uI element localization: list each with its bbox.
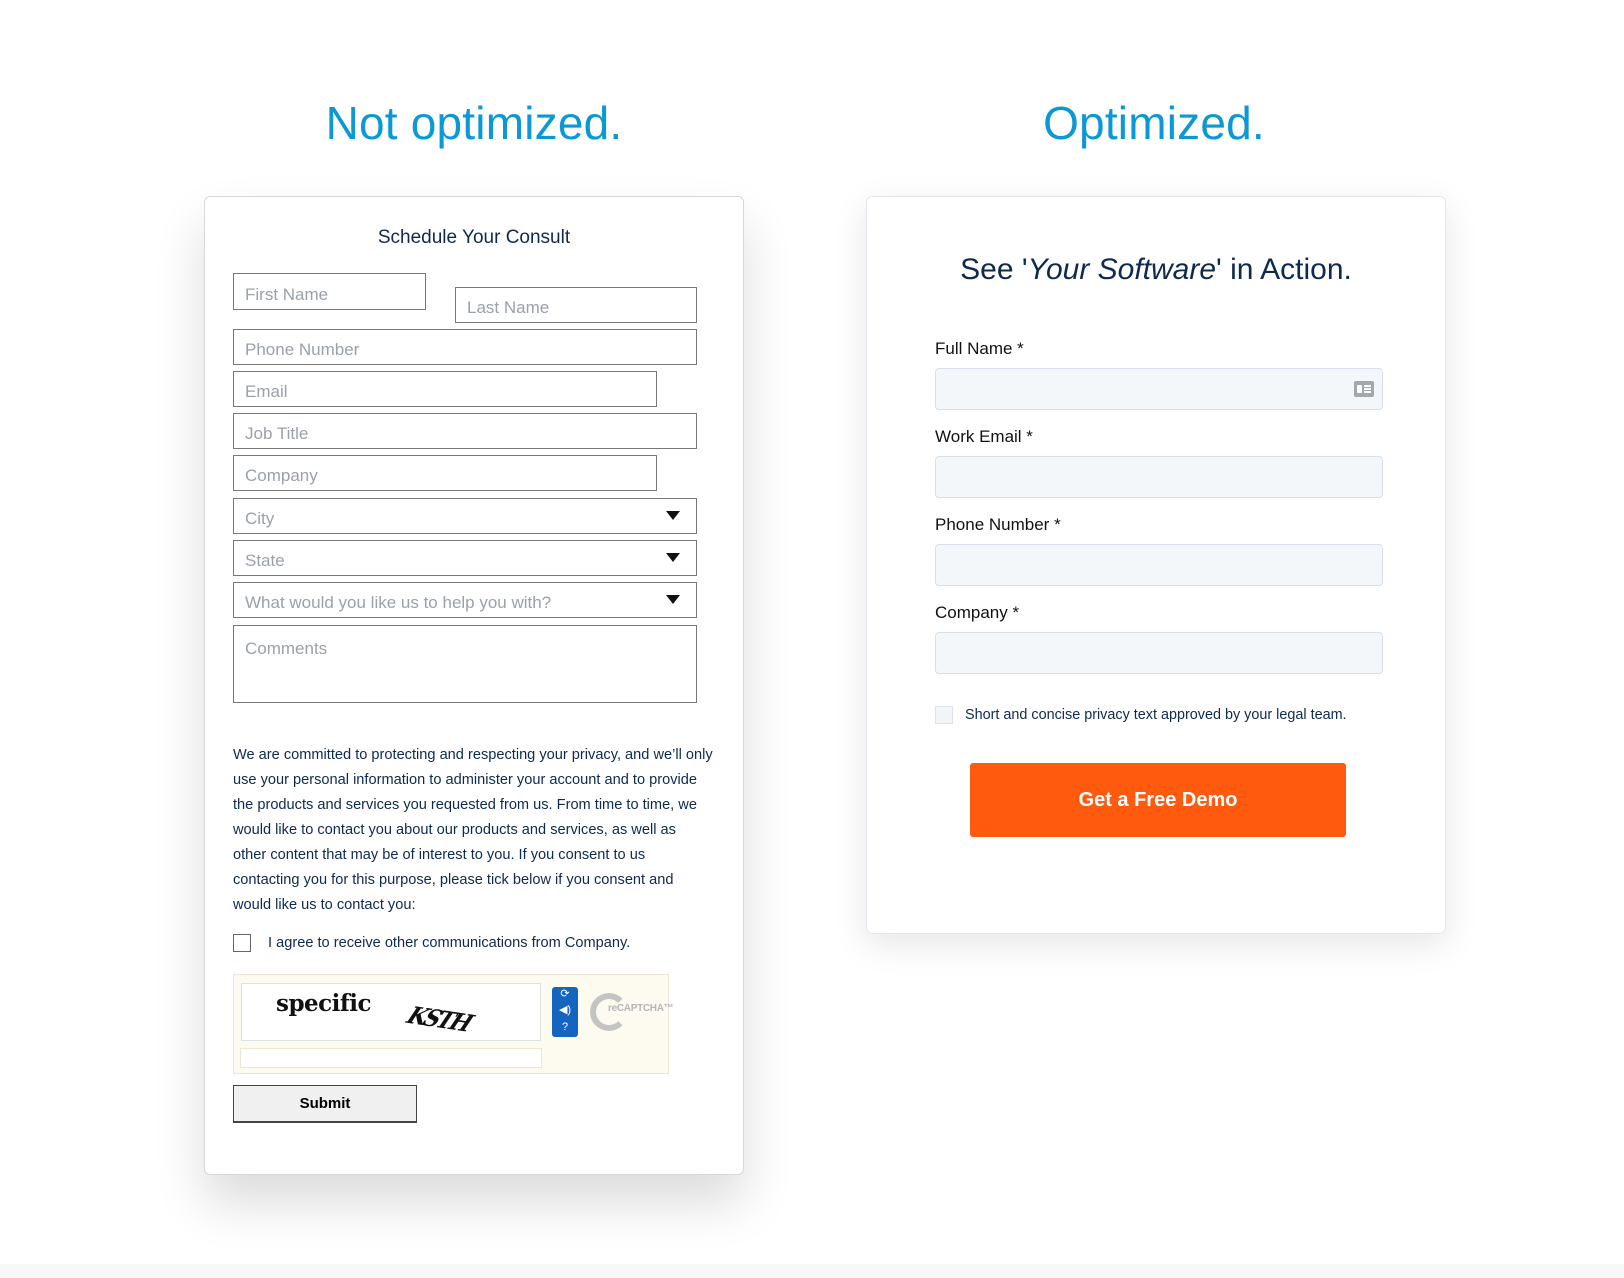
city-placeholder: City: [245, 509, 275, 528]
comments-placeholder: Comments: [245, 639, 328, 658]
form-heading: Schedule Your Consult: [377, 227, 571, 248]
refresh-icon[interactable]: ⟳: [554, 988, 576, 1002]
work-email-label: Work Email *: [935, 427, 1033, 446]
consent-label: I agree to receive other communications …: [268, 935, 631, 951]
captcha-image: specific KSTH: [241, 983, 541, 1041]
optimized-title: Optimized.: [1043, 97, 1265, 149]
full-name-label: Full Name *: [935, 339, 1024, 358]
phone-number-label: Phone Number *: [935, 515, 1061, 534]
company-input[interactable]: [935, 632, 1383, 674]
phone-number-input[interactable]: Phone Number: [233, 329, 697, 365]
captcha-word: specific: [276, 990, 372, 1017]
phone-placeholder: Phone Number: [245, 340, 360, 359]
not-optimized-form-card: Schedule Your Consult First Name Last Na…: [204, 196, 744, 1175]
first-name-placeholder: First Name: [245, 285, 329, 304]
work-email-input[interactable]: [935, 456, 1383, 498]
job-title-input[interactable]: Job Title: [233, 413, 697, 449]
consent-row: I agree to receive other communications …: [233, 934, 630, 952]
privacy-consent-row: Short and concise privacy text approved …: [935, 706, 1347, 724]
state-select[interactable]: State: [233, 540, 697, 576]
submit-button[interactable]: Submit: [233, 1085, 417, 1123]
email-placeholder: Email: [245, 382, 288, 401]
captcha-answer-input[interactable]: [240, 1048, 542, 1068]
state-placeholder: State: [245, 551, 285, 570]
not-optimized-title: Not optimized.: [325, 97, 623, 149]
heading-emphasis: Your Software: [1027, 253, 1217, 286]
caret-down-icon: [666, 553, 680, 562]
last-name-input[interactable]: Last Name: [455, 287, 697, 323]
contact-card-icon[interactable]: [1354, 381, 1374, 397]
first-name-input[interactable]: First Name: [233, 273, 426, 310]
help-with-select[interactable]: What would you like us to help you with?: [233, 582, 697, 618]
city-select[interactable]: City: [233, 498, 697, 534]
caret-down-icon: [666, 511, 680, 520]
company-label: Company *: [935, 603, 1020, 622]
heading-prefix: See ': [960, 253, 1028, 286]
audio-icon[interactable]: ◀): [554, 1005, 576, 1018]
recaptcha-logo: reCAPTCHA™: [590, 993, 674, 1033]
company-input[interactable]: Company: [233, 455, 657, 491]
company-placeholder: Company: [245, 466, 318, 485]
privacy-checkbox[interactable]: [935, 706, 953, 724]
last-name-placeholder: Last Name: [467, 298, 550, 317]
help-icon[interactable]: ?: [554, 1022, 576, 1035]
privacy-consent-label: Short and concise privacy text approved …: [965, 707, 1347, 723]
page-footer-strip: [0, 1264, 1624, 1278]
job-title-placeholder: Job Title: [245, 424, 309, 443]
phone-number-input[interactable]: [935, 544, 1383, 586]
optimized-form-card: See 'Your Software' in Action. Full Name…: [866, 196, 1446, 934]
consent-checkbox[interactable]: [233, 934, 251, 952]
captcha-distorted-word: KSTH: [402, 1001, 475, 1038]
get-free-demo-button[interactable]: Get a Free Demo: [970, 763, 1346, 837]
form-heading: See 'Your Software' in Action.: [867, 253, 1445, 287]
help-with-placeholder: What would you like us to help you with?: [245, 593, 552, 612]
privacy-paragraph: We are committed to protecting and respe…: [233, 747, 713, 913]
recaptcha-widget: specific KSTH ⟳ ◀) ? reCAPTCHA™: [233, 974, 674, 1074]
full-name-input[interactable]: [935, 368, 1383, 410]
heading-suffix: ' in Action.: [1216, 253, 1352, 286]
comments-textarea[interactable]: Comments: [233, 625, 697, 703]
email-input[interactable]: Email: [233, 371, 657, 407]
captcha-controls: ⟳ ◀) ?: [552, 987, 578, 1037]
recaptcha-logo-text: reCAPTCHA™: [608, 1003, 674, 1014]
caret-down-icon: [666, 595, 680, 604]
